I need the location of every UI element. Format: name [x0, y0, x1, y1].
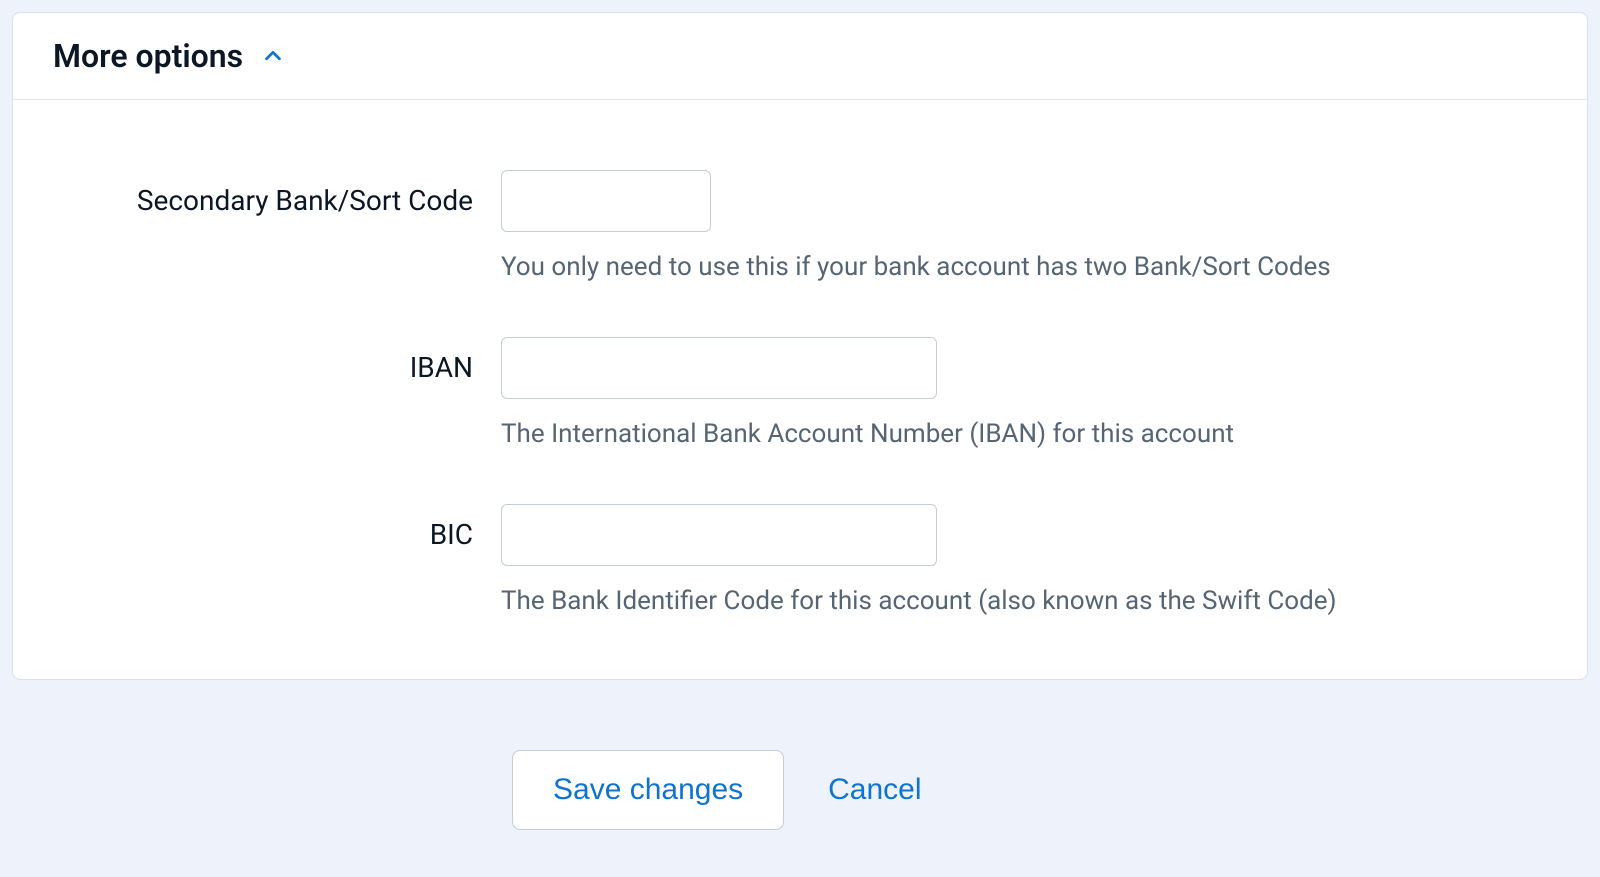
secondary-sort-help: You only need to use this if your bank a… — [501, 250, 1527, 285]
panel-title: More options — [53, 37, 243, 75]
more-options-panel: More options Secondary Bank/Sort Code Yo… — [12, 12, 1588, 680]
field-row-secondary-sort: Secondary Bank/Sort Code You only need t… — [73, 170, 1527, 285]
actions-bar: Save changes Cancel — [512, 750, 1588, 830]
bic-label: BIC — [430, 518, 473, 551]
bic-input[interactable] — [501, 504, 937, 566]
panel-header[interactable]: More options — [13, 13, 1587, 100]
save-changes-button[interactable]: Save changes — [512, 750, 784, 830]
panel-body: Secondary Bank/Sort Code You only need t… — [13, 100, 1587, 679]
chevron-up-icon — [261, 44, 285, 68]
secondary-sort-label: Secondary Bank/Sort Code — [137, 184, 473, 217]
field-row-iban: IBAN The International Bank Account Numb… — [73, 337, 1527, 452]
iban-label: IBAN — [410, 351, 473, 384]
field-row-bic: BIC The Bank Identifier Code for this ac… — [73, 504, 1527, 619]
iban-help: The International Bank Account Number (I… — [501, 417, 1527, 452]
secondary-sort-input[interactable] — [501, 170, 711, 232]
bic-help: The Bank Identifier Code for this accoun… — [501, 584, 1527, 619]
cancel-button[interactable]: Cancel — [828, 751, 921, 829]
iban-input[interactable] — [501, 337, 937, 399]
